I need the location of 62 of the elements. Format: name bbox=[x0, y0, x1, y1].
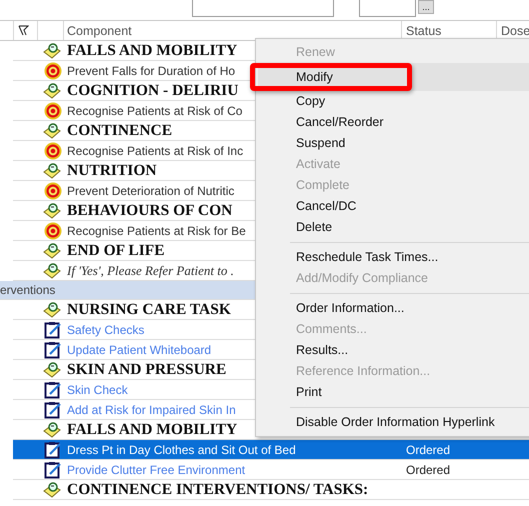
clipboard-icon bbox=[44, 440, 62, 458]
category-title: END OF LIFE bbox=[67, 242, 165, 260]
menu-item[interactable]: Print bbox=[258, 382, 529, 403]
order-link[interactable]: Update Patient Whiteboard bbox=[67, 342, 212, 356]
note-icon bbox=[42, 480, 62, 498]
note-icon bbox=[42, 262, 62, 280]
menu-item[interactable]: Cancel/Reorder bbox=[258, 112, 529, 133]
target-icon bbox=[44, 102, 62, 120]
menu-item[interactable]: Results... bbox=[258, 340, 529, 361]
target-icon bbox=[44, 62, 62, 80]
category-title: FALLS AND MOBILITY bbox=[67, 420, 238, 438]
category-title: NURSING CARE TASK bbox=[67, 300, 231, 318]
category-title: COGNITION - DELIRIU bbox=[67, 82, 238, 100]
category-title: SKIN AND PRESSURE bbox=[67, 360, 226, 378]
column-header[interactable] bbox=[13, 21, 38, 40]
category-title: NUTRITION bbox=[67, 162, 157, 180]
order-link[interactable]: Dress Pt in Day Clothes and Sit Out of Bed bbox=[67, 442, 296, 456]
clipboard-icon bbox=[44, 460, 62, 478]
note-icon bbox=[42, 300, 62, 318]
note-icon bbox=[42, 162, 62, 180]
status-text: Ordered bbox=[406, 442, 450, 456]
clipboard-icon bbox=[44, 400, 62, 418]
category-title: CONTINENCE INTERVENTIONS/ TASKS: bbox=[67, 480, 368, 498]
goal-text: Recognise Patients at Risk of Co bbox=[67, 104, 242, 118]
goal-text: Recognise Patients at Risk of Inc bbox=[67, 144, 244, 158]
note-icon bbox=[42, 360, 62, 378]
note-icon bbox=[42, 242, 62, 260]
category-title: BEHAVIOURS OF CON bbox=[67, 202, 232, 220]
category-title: CONTINENCE bbox=[67, 122, 172, 140]
note-icon bbox=[42, 82, 62, 100]
clipboard-icon bbox=[44, 340, 62, 358]
menu-item[interactable]: Order Information... bbox=[258, 298, 529, 319]
flag-icon bbox=[18, 25, 29, 36]
date-field[interactable] bbox=[192, 0, 334, 17]
note-icon bbox=[42, 202, 62, 220]
selected-row[interactable]: Dress Pt in Day Clothes and Sit Out of Bed Ordered bbox=[13, 440, 529, 460]
stop-field[interactable] bbox=[359, 0, 416, 17]
menu-item[interactable]: Suspend bbox=[258, 133, 529, 154]
status-text: Ordered bbox=[406, 462, 450, 476]
order-link[interactable]: Provide Clutter Free Environment bbox=[67, 462, 246, 476]
goal-text: Recognise Patients at Risk for Be bbox=[67, 224, 246, 238]
menu-item[interactable]: Delete bbox=[258, 217, 529, 238]
note-icon bbox=[42, 42, 62, 60]
note-icon bbox=[42, 420, 62, 438]
order-link[interactable]: Add at Risk for Impaired Skin In bbox=[67, 402, 236, 416]
category-title: FALLS AND MOBILITY bbox=[67, 42, 238, 60]
menu-item[interactable]: Reschedule Task Times... bbox=[258, 247, 529, 268]
note-text: If 'Yes', Please Refer Patient to . bbox=[67, 262, 234, 278]
target-icon bbox=[44, 142, 62, 160]
clipboard-icon bbox=[44, 380, 62, 398]
browse-button[interactable]: ... bbox=[418, 0, 434, 14]
menu-item[interactable]: Disable Order Information Hyperlink bbox=[258, 412, 529, 433]
menu-item[interactable]: Cancel/DC bbox=[258, 196, 529, 217]
goal-text: Prevent Deterioration of Nutritic bbox=[67, 184, 234, 198]
target-icon bbox=[44, 182, 62, 200]
order-link[interactable]: Skin Check bbox=[67, 382, 128, 396]
target-icon bbox=[44, 222, 62, 240]
clipboard-icon bbox=[44, 320, 62, 338]
order-link[interactable]: Safety Checks bbox=[67, 322, 144, 336]
menu-item[interactable]: Copy bbox=[258, 91, 529, 112]
note-icon bbox=[42, 122, 62, 140]
goal-text: Prevent Falls for Duration of Ho bbox=[67, 64, 236, 78]
